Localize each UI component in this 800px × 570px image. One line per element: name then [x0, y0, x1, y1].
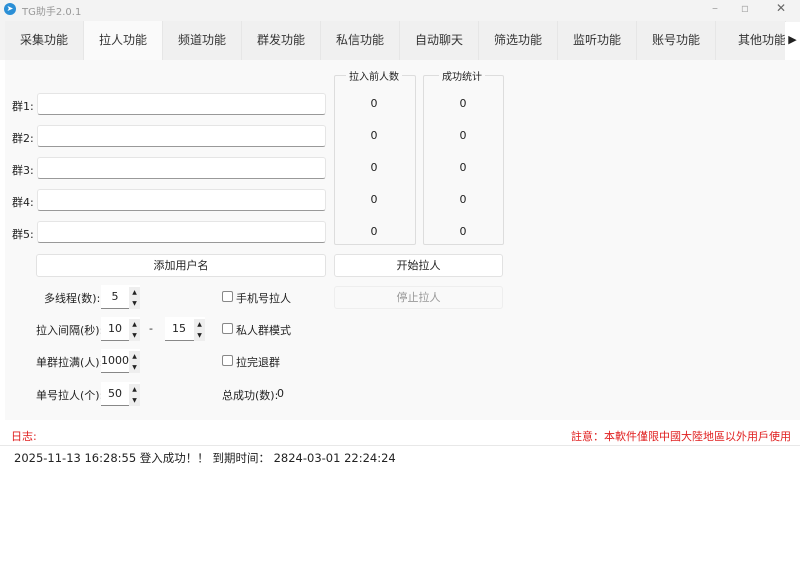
group-label: 群2: [12, 132, 34, 145]
per-account-spinbox[interactable]: 50 ▲ ▼ [101, 382, 140, 406]
group-label: 群3: [12, 164, 34, 177]
notice-text: 註意：本軟件僅限中國大陸地區以外用戶使用 [571, 430, 791, 443]
tab-channel[interactable]: 频道功能 [163, 21, 242, 60]
before-count: 0 [370, 97, 378, 110]
spin-up-icon[interactable]: ▲ [129, 351, 140, 362]
log-label: 日志: [11, 430, 37, 443]
group-label: 群5: [12, 228, 34, 241]
tab-pull-members[interactable]: 拉人功能 [84, 21, 163, 60]
before-count: 0 [370, 161, 378, 174]
tab-other[interactable]: 其他功能 [716, 21, 786, 60]
interval-dash: - [149, 322, 153, 335]
group-label: 群4: [12, 196, 34, 209]
phone-pull-checkbox[interactable] [222, 291, 233, 302]
success-count: 0 [459, 225, 467, 238]
group-label: 群1: [12, 100, 34, 113]
interval-min-value: 10 [108, 322, 122, 335]
window-title: TG助手2.0.1 [22, 7, 82, 18]
group-2-input[interactable] [37, 125, 326, 147]
interval-max-value: 15 [172, 322, 186, 335]
spin-down-icon[interactable]: ▼ [129, 362, 140, 373]
total-success-label: 总成功(数): [222, 389, 279, 402]
per-account-value: 50 [108, 387, 122, 400]
spin-down-icon[interactable]: ▼ [129, 395, 140, 406]
interval-min-spinbox[interactable]: 10 ▲ ▼ [101, 317, 140, 341]
minimize-button[interactable]: – [700, 1, 730, 18]
spin-down-icon[interactable]: ▼ [194, 330, 205, 341]
private-group-checkbox[interactable] [222, 323, 233, 334]
group-3-input[interactable] [37, 157, 326, 179]
success-count: 0 [459, 97, 467, 110]
spin-up-icon[interactable]: ▲ [129, 287, 140, 298]
success-count-header: 成功统计 [439, 68, 485, 83]
before-count-header: 拉入前人数 [346, 68, 402, 83]
per-account-label: 单号拉人(个): [36, 389, 104, 402]
log-area[interactable]: 2025-11-13 16:28:55 登入成功！！ 到期时间： 2824-03… [0, 446, 800, 570]
maximize-button[interactable]: ▫ [730, 1, 760, 18]
tab-bar: 采集功能 拉人功能 频道功能 群发功能 私信功能 自动聊天 筛选功能 监听功能 … [0, 19, 800, 60]
start-pull-button[interactable]: 开始拉人 [334, 254, 503, 277]
add-username-button[interactable]: 添加用户名 [36, 254, 326, 277]
tab-collect[interactable]: 采集功能 [5, 21, 84, 60]
group-4-input[interactable] [37, 189, 326, 211]
tab-auto-chat[interactable]: 自动聊天 [400, 21, 479, 60]
before-count: 0 [370, 193, 378, 206]
leave-group-label: 拉完退群 [236, 356, 280, 369]
group-1-input[interactable] [37, 93, 326, 115]
stop-pull-button[interactable]: 停止拉人 [334, 286, 503, 309]
spin-up-icon[interactable]: ▲ [129, 384, 140, 395]
interval-max-spinbox[interactable]: 15 ▲ ▼ [165, 317, 205, 341]
group-full-spinbox[interactable]: 1000 ▲ ▼ [101, 349, 140, 373]
spin-down-icon[interactable]: ▼ [129, 330, 140, 341]
tab-filter[interactable]: 筛选功能 [479, 21, 558, 60]
telegram-icon: ➤ [4, 3, 16, 15]
total-success-value: 0 [277, 387, 284, 400]
spin-up-icon[interactable]: ▲ [129, 319, 140, 330]
before-count: 0 [370, 129, 378, 142]
tab-account[interactable]: 账号功能 [637, 21, 716, 60]
success-count: 0 [459, 161, 467, 174]
group-5-input[interactable] [37, 221, 326, 243]
leave-group-checkbox[interactable] [222, 355, 233, 366]
tab-monitor[interactable]: 监听功能 [558, 21, 637, 60]
group-full-label: 单群拉满(人): [36, 356, 104, 369]
spin-up-icon[interactable]: ▲ [194, 319, 205, 330]
tab-private-message[interactable]: 私信功能 [321, 21, 400, 60]
threads-spinbox[interactable]: 5 ▲ ▼ [101, 285, 140, 309]
success-count: 0 [459, 129, 467, 142]
spin-down-icon[interactable]: ▼ [129, 298, 140, 309]
interval-label: 拉入间隔(秒): [36, 324, 104, 337]
title-bar: ➤ TG助手2.0.1 – ▫ ✕ [0, 0, 800, 19]
tab-group-send[interactable]: 群发功能 [242, 21, 321, 60]
close-button[interactable]: ✕ [766, 1, 796, 18]
threads-label: 多线程(数): [44, 292, 101, 305]
before-count: 0 [370, 225, 378, 238]
threads-value: 5 [111, 290, 119, 303]
log-line: 2025-11-13 16:28:55 登入成功！！ 到期时间： 2824-03… [14, 451, 396, 465]
private-group-label: 私人群模式 [236, 324, 291, 337]
tab-scroll-right-icon[interactable]: ▶ [785, 22, 800, 60]
phone-pull-label: 手机号拉人 [236, 292, 291, 305]
success-count: 0 [459, 193, 467, 206]
group-full-value: 1000 [101, 354, 129, 367]
